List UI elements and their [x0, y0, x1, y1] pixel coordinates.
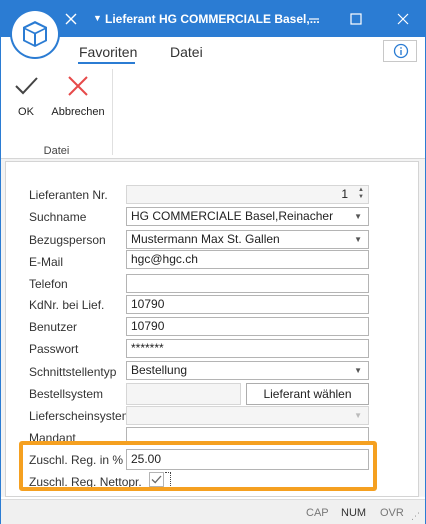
lieferant-waehlen-button[interactable]: Lieferant wählen [246, 383, 369, 405]
bestellsystem-field [126, 383, 241, 405]
suchname-value: HG COMMERCIALE Basel,Reinacher [131, 209, 334, 223]
passwort-label: Passwort [29, 342, 79, 356]
lieferanten-nr-label: Lieferanten Nr. [29, 188, 108, 202]
spinner-icon: ▲ ▼ [358, 187, 364, 200]
ribbon-tabs: Favoriten Datei [1, 37, 425, 65]
title-menu-arrow-icon[interactable]: ▼ [93, 13, 102, 23]
passwort-value: ******* [131, 341, 164, 355]
telefon-field[interactable] [126, 274, 369, 293]
benutzer-value: 10790 [131, 319, 165, 333]
ribbon-group-label: Datei [43, 145, 70, 157]
kdnr-field[interactable]: 10790 [126, 295, 369, 314]
caps-lock-indicator: CAP [306, 507, 329, 519]
suchname-combobox[interactable]: HG COMMERCIALE Basel,Reinacher ▼ [126, 207, 369, 226]
benutzer-label: Benutzer [29, 320, 78, 334]
highlight-box [19, 441, 377, 491]
passwort-field[interactable]: ******* [126, 339, 369, 358]
cancel-x-icon [68, 76, 88, 96]
cancel-button[interactable]: Abbrechen [48, 73, 108, 118]
close-button[interactable] [393, 9, 413, 29]
close-document-icon[interactable] [63, 11, 79, 27]
app-logo-icon[interactable] [12, 11, 58, 57]
overwrite-indicator: OVR [380, 507, 404, 519]
dropdown-arrow-icon[interactable]: ▼ [354, 362, 362, 379]
ribbon: OK Abbrechen Datei [1, 65, 425, 159]
lieferanten-nr-value: 1 [341, 187, 348, 201]
info-icon [393, 43, 409, 59]
num-lock-indicator: NUM [341, 507, 367, 519]
benutzer-field[interactable]: 10790 [126, 317, 369, 336]
bezugsperson-label: Bezugsperson [29, 233, 106, 247]
lieferscheinsystem-label: Lieferscheinsystem [29, 409, 132, 423]
bezugsperson-combobox[interactable]: Mustermann Max St. Gallen ▼ [126, 230, 369, 249]
status-bar: CAP NUM OVR ⋰ [1, 499, 425, 524]
dropdown-arrow-icon[interactable]: ▼ [354, 208, 362, 225]
email-field[interactable]: hgc@hgc.ch [126, 250, 369, 269]
schnittstellentyp-value: Bestellung [131, 363, 188, 377]
resize-grip-icon[interactable]: ⋰ [411, 511, 420, 522]
tab-datei[interactable]: Datei [170, 44, 203, 60]
email-value: hgc@hgc.ch [131, 252, 198, 266]
kdnr-label: KdNr. bei Lief. [29, 298, 105, 312]
window-title: Lieferant HG COMMERCIALE Basel,... [105, 12, 320, 26]
kdnr-value: 10790 [131, 297, 165, 311]
ok-button[interactable]: OK [9, 73, 43, 118]
lieferscheinsystem-combobox: ▼ [126, 406, 369, 425]
dropdown-arrow-icon: ▼ [354, 411, 362, 420]
active-tab-indicator [78, 62, 135, 64]
maximize-button[interactable] [346, 9, 366, 29]
bestellsystem-label: Bestellsystem [29, 387, 104, 401]
bezugsperson-value: Mustermann Max St. Gallen [131, 232, 280, 246]
ok-label: OK [18, 106, 34, 118]
lieferanten-nr-field: 1 ▲ ▼ [126, 185, 369, 204]
info-button[interactable] [383, 40, 417, 62]
tab-favoriten[interactable]: Favoriten [79, 44, 137, 60]
telefon-label: Telefon [29, 277, 68, 291]
suchname-label: Suchname [29, 210, 87, 224]
title-bar: ▼ Lieferant HG COMMERCIALE Basel,... [1, 1, 425, 37]
dropdown-arrow-icon[interactable]: ▼ [354, 231, 362, 248]
checkmark-icon [15, 77, 38, 95]
schnittstellentyp-label: Schnittstellentyp [29, 365, 117, 379]
cancel-label: Abbrechen [51, 106, 105, 118]
email-label: E-Mail [29, 255, 64, 269]
minimize-button[interactable] [304, 9, 324, 29]
ribbon-group-divider [112, 69, 113, 155]
dialog-window: ▼ Lieferant HG COMMERCIALE Basel,... Fav… [0, 0, 426, 524]
schnittstellentyp-combobox[interactable]: Bestellung ▼ [126, 361, 369, 380]
